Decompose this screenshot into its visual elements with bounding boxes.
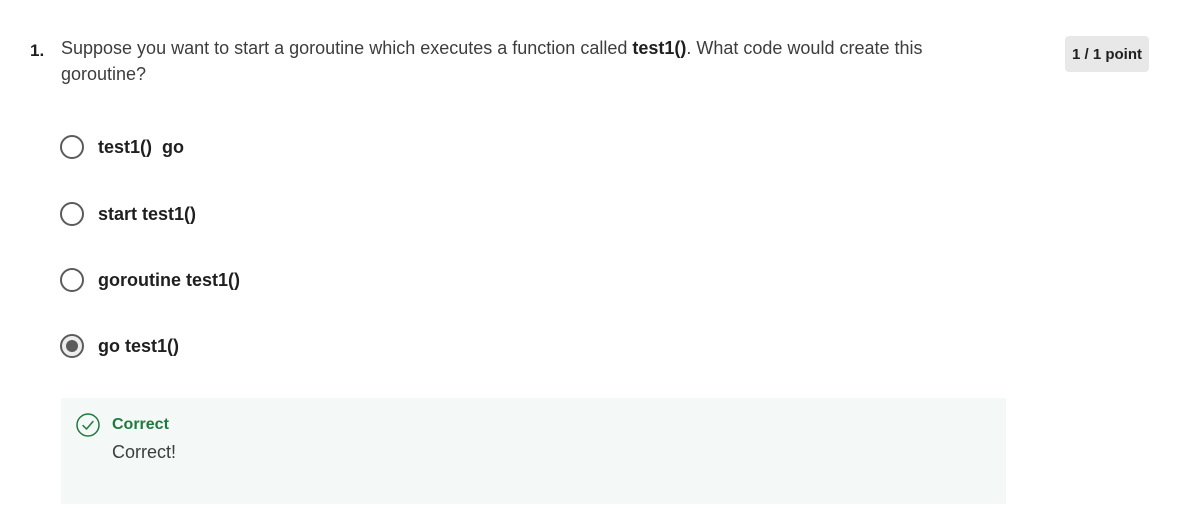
radio-button-selected[interactable] (60, 334, 84, 358)
option-label: goroutine test1() (98, 269, 240, 290)
option-3[interactable]: goroutine test1() (60, 266, 240, 294)
question-number: 1. (30, 41, 45, 60)
question-text: Suppose you want to start a goroutine wh… (61, 35, 961, 87)
option-1[interactable]: test1() go (60, 133, 184, 161)
radio-button[interactable] (60, 135, 84, 159)
score-badge: 1 / 1 point (1065, 36, 1149, 72)
option-label: go test1() (98, 335, 179, 356)
feedback-panel: Correct Correct! (61, 398, 1006, 504)
option-2[interactable]: start test1() (60, 200, 196, 228)
question-text-function: test1() (632, 38, 687, 58)
question-text-before: Suppose you want to start a goroutine wh… (61, 38, 633, 58)
feedback-message: Correct! (112, 442, 177, 462)
check-circle-icon (76, 413, 100, 437)
radio-button[interactable] (60, 202, 84, 226)
option-4[interactable]: go test1() (60, 332, 179, 360)
option-label: test1() go (98, 136, 185, 157)
radio-button[interactable] (60, 268, 84, 292)
feedback-status: Correct (112, 416, 169, 433)
option-label: start test1() (98, 203, 197, 224)
quiz-question: 1. Suppose you want to start a goroutine… (0, 0, 1184, 523)
